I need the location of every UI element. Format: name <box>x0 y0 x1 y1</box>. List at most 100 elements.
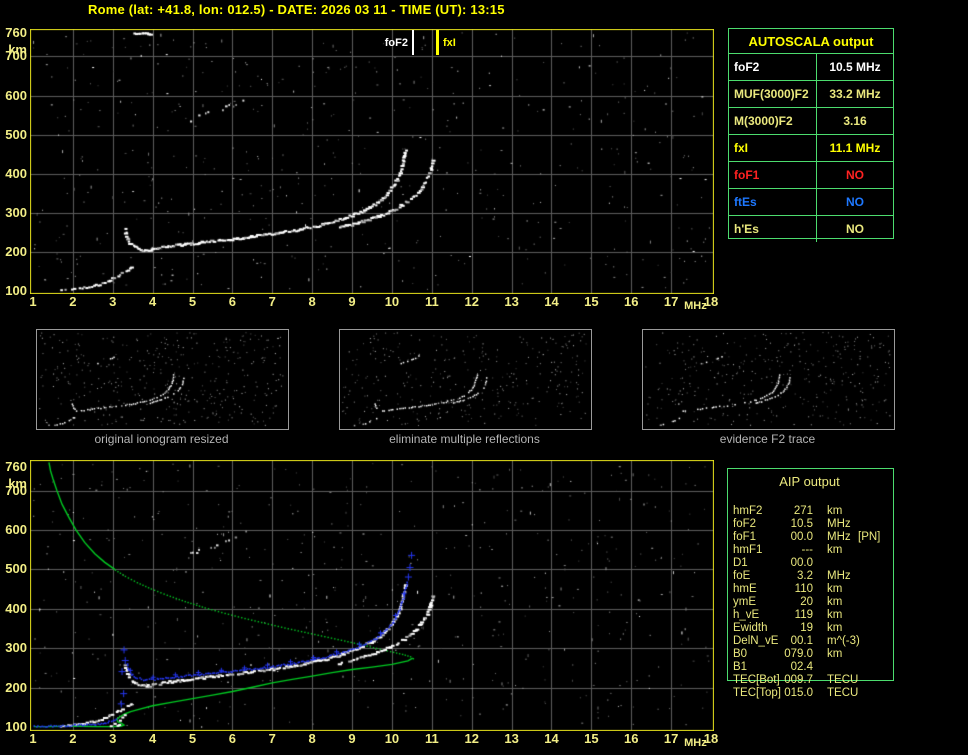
y-tick-label: 400 <box>5 165 27 181</box>
x-tick-label: 9 <box>348 731 356 746</box>
x-tick-label: 10 <box>384 294 400 309</box>
aip-row-value: 3.2 <box>797 570 813 582</box>
autoscala-row-value: NO <box>846 168 864 182</box>
thumbnail-original-caption: original ionogram resized <box>94 432 229 446</box>
x-tick-label: 11 <box>424 731 439 746</box>
aip-row-value: 079.0 <box>784 648 813 660</box>
x-tick-label: 7 <box>268 731 276 746</box>
autoscala-row-label: MUF(3000)F2 <box>729 81 817 107</box>
autoscala-table: AUTOSCALA output foF2 10.5 MHz MUF(3000)F2… <box>728 28 894 242</box>
autoscala-row-value: NO <box>846 222 864 236</box>
autoscala-row: foF2 10.5 MHz <box>729 54 893 81</box>
aip-row-unit: km <box>827 544 843 556</box>
x-tick-label: 8 <box>308 731 316 746</box>
bottom-ionogram-plot <box>30 460 714 731</box>
autoscala-row: h'Es NO <box>729 216 893 242</box>
aip-row: hmF1 --- km <box>727 544 967 557</box>
aip-row-value: 00.0 <box>790 557 813 569</box>
fof2-marker-line <box>412 30 414 55</box>
thumbnail-original-canvas <box>37 330 286 427</box>
aip-row-label: B0 <box>733 648 748 660</box>
x-tick-label: 6 <box>228 731 237 746</box>
aip-row-label: hmF2 <box>733 505 763 517</box>
x-tick-label: 13 <box>504 731 519 746</box>
aip-row-unit: TECU <box>827 674 859 686</box>
y-tick-label: 760 <box>5 459 27 474</box>
x-tick-label: 17 <box>663 294 679 309</box>
y-tick-label: 600 <box>5 522 27 538</box>
thumbnail-original <box>36 329 289 430</box>
autoscala-row-value: NO <box>846 195 864 209</box>
aip-row: hmF2 271 km <box>727 505 967 518</box>
y-tick-label: 100 <box>5 283 27 298</box>
autoscala-row: ftEs NO <box>729 189 893 216</box>
x-tick-label: 4 <box>149 731 157 746</box>
x-tick-label: 12 <box>464 731 479 746</box>
autoscala-row-value: 33.2 MHz <box>829 87 881 101</box>
fof2-marker-label: foF2 <box>384 37 408 49</box>
autoscala-row: foF1 NO <box>729 162 893 189</box>
aip-row: Ewidth 19 km <box>727 622 967 635</box>
aip-row-value: 19 <box>800 622 813 634</box>
x-axis-unit: MHz <box>684 300 707 312</box>
aip-row: B0 079.0 km <box>727 648 967 661</box>
x-tick-label: 15 <box>584 731 599 746</box>
x-tick-label: 3 <box>109 731 117 746</box>
x-tick-label: 11 <box>424 294 439 309</box>
aip-row-unit: MHz <box>827 518 851 530</box>
autoscala-row: MUF(3000)F2 33.2 MHz <box>729 81 893 108</box>
y-tick-label: 300 <box>5 204 27 220</box>
x-tick-label: 5 <box>188 731 197 746</box>
aip-row-value: 015.0 <box>784 687 813 699</box>
aip-row: B1 02.4 <box>727 661 967 674</box>
autoscala-row-label: ftEs <box>729 189 817 215</box>
aip-row-unit: MHz <box>827 531 851 543</box>
aip-row-unit: TECU <box>827 687 859 699</box>
thumbnail-eliminate-caption: eliminate multiple reflections <box>389 432 540 446</box>
y-tick-label: 600 <box>5 87 27 103</box>
top-ionogram-canvas <box>30 29 714 294</box>
thumbnail-eliminate-canvas <box>340 330 589 427</box>
x-tick-label: 15 <box>584 294 599 309</box>
aip-row-value: 110 <box>794 583 813 595</box>
thumbnail-evidence-caption: evidence F2 trace <box>719 432 816 446</box>
aip-row: foF1 00.0 MHz [PN] <box>727 531 967 544</box>
autoscala-window: Rome (lat: +41.8, lon: 012.5) - DATE: 20… <box>0 0 968 755</box>
autoscala-row-label: M(3000)F2 <box>729 108 817 134</box>
x-tick-label: 1 <box>29 731 37 746</box>
x-tick-label: 7 <box>268 294 276 309</box>
y-tick-label: 760 <box>5 25 27 40</box>
top-ionogram-plot <box>30 29 714 294</box>
y-tick-label: 300 <box>5 640 27 656</box>
x-tick-label: 14 <box>544 731 559 746</box>
fxi-marker-line <box>436 30 439 55</box>
y-tick-label: 200 <box>5 679 27 695</box>
x-tick-label: 16 <box>624 731 639 746</box>
aip-row-unit: km <box>827 583 843 595</box>
autoscala-row-label: foF2 <box>729 54 817 80</box>
aip-row-label: Ewidth <box>733 622 768 634</box>
aip-row-value: 271 <box>793 505 813 517</box>
aip-row-label: hmF1 <box>733 544 763 556</box>
autoscala-row: M(3000)F2 3.16 <box>729 108 893 135</box>
aip-row: foE 3.2 MHz <box>727 570 967 583</box>
aip-row-label: h_vE <box>733 609 760 621</box>
x-tick-label: 14 <box>544 294 559 309</box>
x-tick-label: 4 <box>149 294 157 309</box>
aip-row-label: foE <box>733 570 751 582</box>
aip-row-value: --- <box>801 544 814 556</box>
aip-row: h_vE 119 km <box>727 609 967 622</box>
autoscala-row-value: 3.16 <box>843 114 867 128</box>
thumbnail-evidence-canvas <box>643 330 892 427</box>
aip-row-unit: km <box>827 505 843 517</box>
x-tick-label: 17 <box>663 731 679 746</box>
thumbnail-evidence <box>642 329 895 430</box>
x-axis-unit: MHz <box>684 737 707 749</box>
y-tick-label: 100 <box>5 719 27 734</box>
y-tick-label: 500 <box>5 561 27 577</box>
aip-row-label: foF1 <box>733 531 757 543</box>
x-tick-label: 6 <box>228 294 237 309</box>
aip-row-unit: km <box>827 648 843 660</box>
autoscala-row-label: foF1 <box>729 162 817 188</box>
aip-row: foF2 10.5 MHz <box>727 518 967 531</box>
